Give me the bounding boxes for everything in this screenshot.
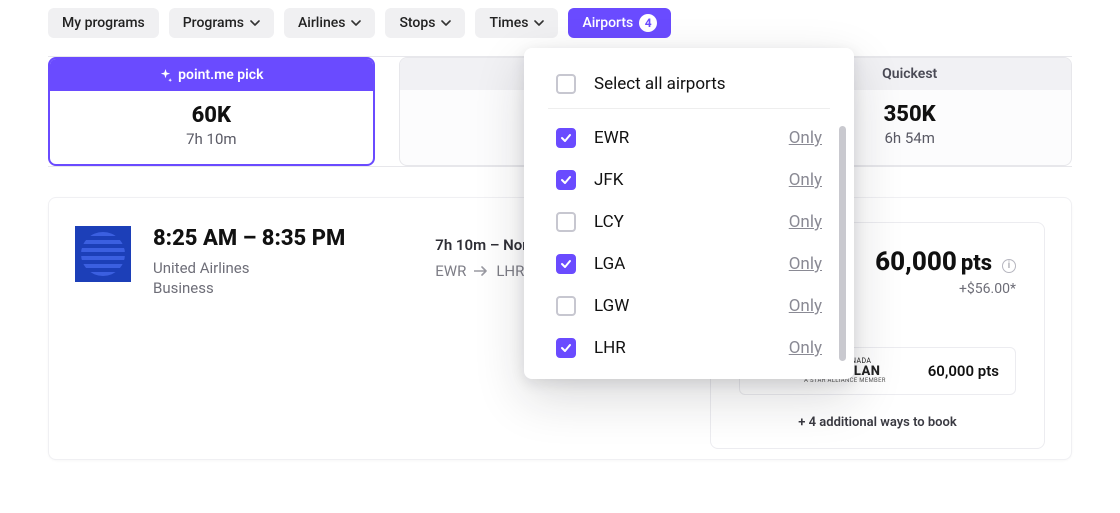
airport-row-lhr[interactable]: LHR Only bbox=[524, 327, 854, 369]
info-icon[interactable]: i bbox=[1002, 259, 1016, 273]
airport-code: LCY bbox=[594, 212, 624, 232]
airport-list: EWR Only JFK Only LCY Only LGA Only LGW Only LHR On… bbox=[524, 117, 854, 369]
tab-value: 60K bbox=[68, 103, 355, 128]
only-link[interactable]: Only bbox=[789, 170, 822, 190]
price-main: 60,000 pts bbox=[875, 247, 992, 277]
price-unit: pts bbox=[961, 251, 992, 276]
carrier-name: United Airlines bbox=[153, 259, 345, 277]
filter-label: Programs bbox=[183, 15, 244, 31]
only-link[interactable]: Only bbox=[789, 128, 822, 148]
airport-row-lcy[interactable]: LCY Only bbox=[524, 201, 854, 243]
filter-airports[interactable]: Airports 4 bbox=[568, 8, 671, 38]
checkbox[interactable] bbox=[556, 212, 576, 232]
filter-label: Times bbox=[489, 15, 528, 31]
filter-label: Stops bbox=[399, 15, 435, 31]
itinerary: 8:25 AM – 8:35 PM United Airlines Busine… bbox=[153, 226, 345, 297]
checkbox[interactable] bbox=[556, 128, 576, 148]
filter-times[interactable]: Times bbox=[475, 8, 558, 38]
route-to: LHR bbox=[496, 262, 524, 280]
filter-label: Airports bbox=[582, 15, 633, 31]
chevron-down-icon bbox=[351, 18, 361, 28]
route-from: EWR bbox=[435, 262, 466, 280]
filter-label: My programs bbox=[62, 15, 145, 31]
tab-header: point.me pick bbox=[50, 59, 373, 91]
only-link[interactable]: Only bbox=[789, 254, 822, 274]
airport-code: LHR bbox=[594, 338, 626, 358]
cabin-class: Business bbox=[153, 279, 345, 297]
booking-points: 60,000 pts bbox=[928, 362, 999, 380]
more-ways-link[interactable]: + 4 additional ways to book bbox=[739, 415, 1016, 430]
airports-count-badge: 4 bbox=[639, 14, 657, 32]
checkbox[interactable] bbox=[556, 74, 576, 94]
tab-sub: 7h 10m bbox=[68, 130, 355, 148]
tab-body: 60K 7h 10m bbox=[50, 91, 373, 164]
filter-programs[interactable]: Programs bbox=[169, 8, 274, 38]
chevron-down-icon bbox=[441, 18, 451, 28]
divider bbox=[548, 108, 830, 109]
airport-row-lgw[interactable]: LGW Only bbox=[524, 285, 854, 327]
tab-label: Quickest bbox=[882, 66, 937, 82]
airport-row-jfk[interactable]: JFK Only bbox=[524, 159, 854, 201]
select-all-row[interactable]: Select all airports bbox=[524, 66, 854, 108]
filter-airlines[interactable]: Airlines bbox=[284, 8, 375, 38]
filter-stops[interactable]: Stops bbox=[385, 8, 465, 38]
airport-code: EWR bbox=[594, 128, 629, 148]
airport-code: LGA bbox=[594, 254, 625, 274]
airport-code: JFK bbox=[594, 170, 623, 190]
only-link[interactable]: Only bbox=[789, 296, 822, 316]
checkbox[interactable] bbox=[556, 170, 576, 190]
airport-row-ewr[interactable]: EWR Only bbox=[524, 117, 854, 159]
airports-dropdown: Select all airports EWR Only JFK Only LCY Onl… bbox=[524, 48, 854, 379]
checkbox[interactable] bbox=[556, 338, 576, 358]
scrollbar[interactable] bbox=[839, 126, 846, 361]
checkbox[interactable] bbox=[556, 296, 576, 316]
arrow-right-icon bbox=[474, 266, 488, 276]
airline-logo bbox=[75, 226, 131, 282]
only-link[interactable]: Only bbox=[789, 212, 822, 232]
only-link[interactable]: Only bbox=[789, 338, 822, 358]
filter-label: Airlines bbox=[298, 15, 345, 31]
checkbox[interactable] bbox=[556, 254, 576, 274]
airport-code: LGW bbox=[594, 296, 629, 316]
price-value: 60,000 bbox=[875, 247, 957, 277]
select-all-label: Select all airports bbox=[594, 74, 726, 94]
airport-row-lga[interactable]: LGA Only bbox=[524, 243, 854, 285]
chevron-down-icon bbox=[534, 18, 544, 28]
tab-pointme-pick[interactable]: point.me pick 60K 7h 10m bbox=[48, 57, 375, 166]
filter-my-programs[interactable]: My programs bbox=[48, 8, 159, 38]
sparkle-icon bbox=[159, 69, 172, 82]
chevron-down-icon bbox=[250, 18, 260, 28]
tab-label: point.me pick bbox=[178, 67, 263, 83]
flight-times: 8:25 AM – 8:35 PM bbox=[153, 226, 345, 251]
